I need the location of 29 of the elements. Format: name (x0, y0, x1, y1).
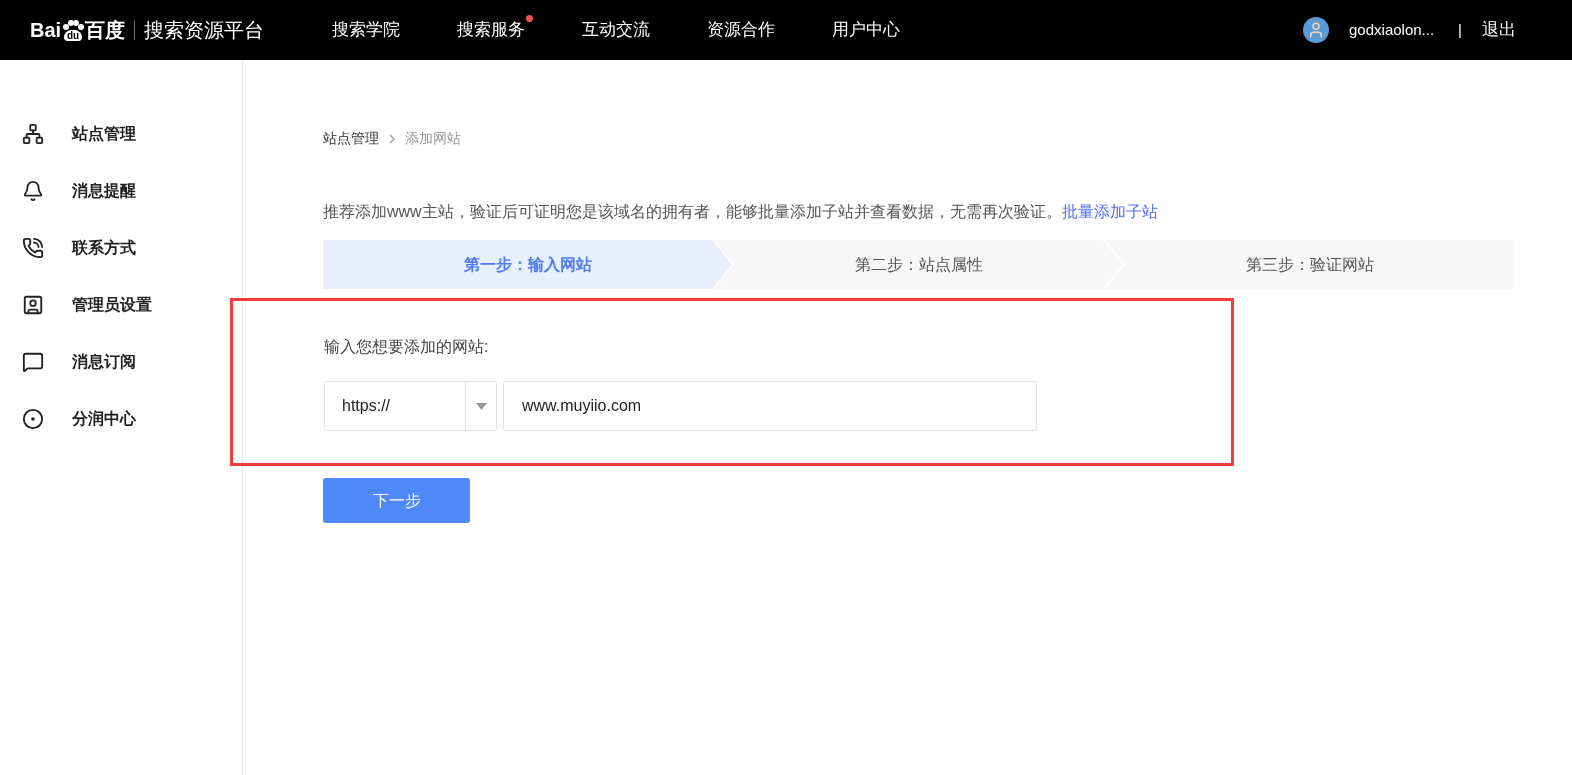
url-input[interactable]: www.muyiio.com (503, 381, 1037, 431)
platform-title: 搜索资源平台 (144, 18, 265, 43)
bell-icon (22, 180, 44, 202)
protocol-select[interactable]: https:// (324, 381, 497, 431)
field-label: 输入您想要添加的网站: (324, 337, 490, 357)
logout-link[interactable]: 退出 (1482, 17, 1516, 43)
phone-icon (22, 237, 44, 259)
sidebar-item[interactable]: 消息提醒 (22, 177, 242, 205)
logo-text: 百度 (85, 18, 126, 43)
username[interactable]: godxiaolon... (1349, 18, 1435, 42)
logo-text: Bai (30, 18, 62, 43)
avatar (1303, 17, 1329, 43)
nav-link[interactable]: 资源合作 (707, 20, 775, 40)
bulk-add-link[interactable]: 批量添加子站 (1061, 203, 1158, 220)
sidebar-item[interactable]: 消息订阅 (22, 348, 242, 376)
separator-text: | (1458, 19, 1462, 40)
breadcrumb-link[interactable]: 站点管理 (323, 128, 379, 149)
nav-link[interactable]: 用户中心 (832, 20, 900, 40)
nav-link[interactable]: 互动交流 (582, 20, 650, 40)
nav-link[interactable]: 搜索服务 (457, 20, 525, 40)
chevron-icon (389, 133, 395, 144)
admin-icon (22, 294, 44, 316)
intro-text: 推荐添加www主站，验证后可证明您是该域名的拥有者，能够批量添加子站并查看数据，无需再次验证。批量添加子站 (323, 202, 1159, 222)
sidebar-item[interactable]: 站点管理 (22, 120, 242, 148)
sidebar-item[interactable]: 管理员设置 (22, 291, 242, 319)
sidebar-item[interactable]: 联系方式 (22, 234, 242, 262)
dropdown-icon (475, 402, 487, 410)
sidebar-item[interactable]: 分润中心 (22, 405, 242, 433)
nav-link[interactable]: 搜索学院 (332, 20, 400, 40)
